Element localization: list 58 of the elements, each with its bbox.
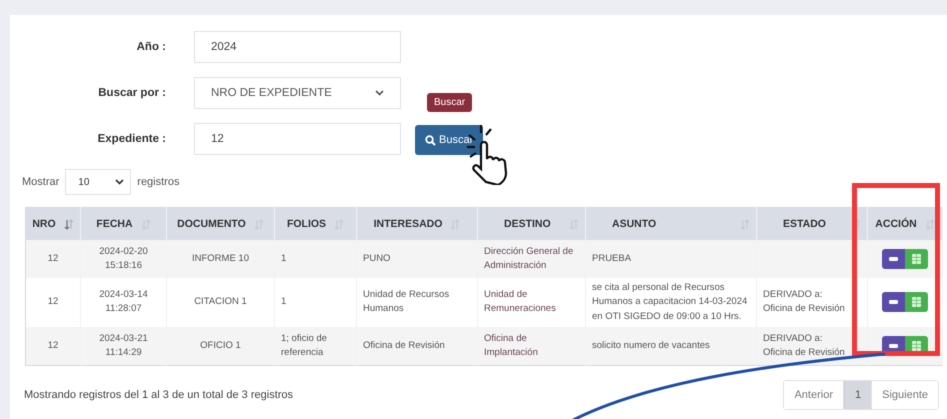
table-cell: Oficina de Implantación xyxy=(478,326,586,366)
field-label: Expediente : xyxy=(96,133,166,145)
table-cell: 12 xyxy=(26,240,80,278)
column-header[interactable]: ACCIÓN xyxy=(868,208,942,240)
input-field[interactable]: 12 xyxy=(194,123,401,155)
pagination-button[interactable]: 1 xyxy=(844,380,872,409)
dash-icon xyxy=(889,257,898,261)
column-header[interactable]: ESTADO xyxy=(756,208,868,240)
dash-icon xyxy=(889,344,898,348)
sheet-icon xyxy=(912,340,921,351)
table-cell: OFICIO 1 xyxy=(166,326,274,366)
column-header[interactable]: FECHA xyxy=(80,208,166,240)
length-label: Mostrar xyxy=(22,176,60,188)
table-cell: 12 xyxy=(26,326,80,366)
table-cell: Unidad de Remuneraciones xyxy=(478,278,586,327)
column-header[interactable]: FOLIOS xyxy=(274,208,356,240)
table-cell: solicito numero de vacantes xyxy=(586,326,756,366)
table-cell: 12 xyxy=(26,278,80,327)
field-label: Buscar por : xyxy=(97,87,166,99)
chevron-down-icon xyxy=(115,179,124,185)
table-cell: DERIVADO a: Oficina de Revisión xyxy=(756,278,868,327)
sort-icon xyxy=(924,218,935,230)
table-info: Mostrando registros del 1 al 3 de un total de 3 registros xyxy=(24,388,294,401)
field-label: Año : xyxy=(136,41,166,53)
table-cell: PUNO xyxy=(356,240,478,278)
column-header[interactable]: DESTINO xyxy=(478,208,586,240)
table-cell: CITACION 1 xyxy=(166,278,274,327)
length-label: registros xyxy=(137,176,180,188)
table-cell: se cita al personal de Recursos Humanos a capacitacion 14-03-2024 en OTI SIGEDO de 09:00 a 10 Hrs. xyxy=(586,278,756,327)
column-header[interactable]: ASUNTO xyxy=(586,208,756,240)
column-header[interactable]: INTERESADO xyxy=(356,208,478,240)
edit-button[interactable] xyxy=(882,292,905,312)
table-cell: INFORME 10 xyxy=(166,240,274,278)
sheet-icon xyxy=(912,254,921,264)
sort-icon xyxy=(64,218,74,230)
search-button[interactable]: Buscar xyxy=(415,125,484,155)
column-header[interactable]: NRO xyxy=(26,208,80,240)
table-cell: Dirección General de Administración xyxy=(478,240,586,278)
pagination-button[interactable]: Anterior xyxy=(784,380,844,409)
page-size-select[interactable]: 10 xyxy=(65,169,132,195)
table-cell: 1 xyxy=(274,278,356,327)
search-icon xyxy=(425,134,436,146)
table-cell: 2024-03-14 11:28:07 xyxy=(80,278,166,327)
table-cell: Unidad de Recursos Humanos xyxy=(356,278,478,327)
sheet-icon xyxy=(912,297,921,308)
chevron-down-icon xyxy=(375,90,384,96)
table-cell: PRUEBA xyxy=(586,240,756,278)
input-field[interactable]: 2024 xyxy=(194,31,401,63)
dash-icon xyxy=(889,300,898,304)
tooltip: Buscar xyxy=(427,93,472,112)
column-header[interactable]: DOCUMENTO xyxy=(166,208,274,240)
table-cell: 2024-03-21 11:14:29 xyxy=(80,326,166,366)
table-cell: Oficina de Revisión xyxy=(356,326,478,366)
edit-button[interactable] xyxy=(882,249,905,269)
table-cell: 2024-02-20 15:18:16 xyxy=(80,240,166,278)
select-field[interactable]: NRO DE EXPEDIENTE xyxy=(194,77,401,109)
table-cell: 1 xyxy=(274,240,356,278)
table-cell: 1; oficio de referencia xyxy=(274,326,356,366)
